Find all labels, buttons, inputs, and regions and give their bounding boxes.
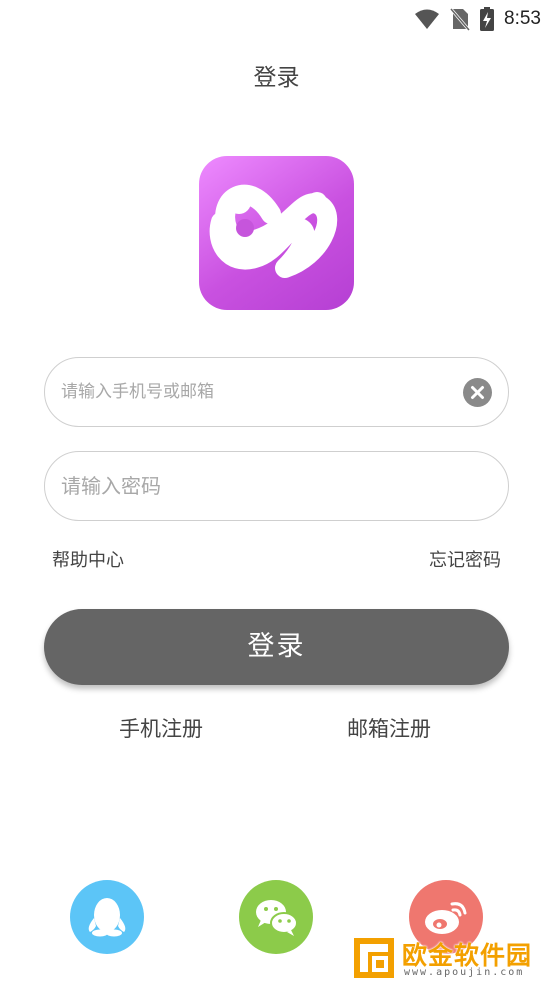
status-bar: 8:53 [0,0,553,38]
page-title: 登录 [253,65,300,91]
no-sim-icon [450,8,471,31]
email-register-link[interactable]: 邮箱注册 [347,713,431,743]
phone-email-field[interactable] [44,357,509,427]
status-time: 8:53 [504,8,541,29]
watermark: 欧金软件园 www.apoujin.com [352,936,547,980]
battery-charging-icon [480,7,495,31]
wechat-icon [256,900,298,936]
phone-register-link[interactable]: 手机注册 [119,713,203,743]
login-button[interactable]: 登录 [44,609,509,685]
wifi-icon [415,9,440,29]
wechat-login-button[interactable] [239,880,313,954]
forgot-password-link[interactable]: 忘记密码 [429,546,501,572]
watermark-url: www.apoujin.com [404,967,525,978]
password-field[interactable] [44,451,509,521]
phone-email-input[interactable] [61,358,451,426]
qq-penguin-icon [88,898,126,937]
clear-icon[interactable] [463,378,492,407]
watermark-logo-icon [354,938,394,978]
app-logo [199,156,354,310]
help-center-link[interactable]: 帮助中心 [52,546,124,572]
qq-login-button[interactable] [70,880,144,954]
password-input[interactable] [61,452,451,520]
